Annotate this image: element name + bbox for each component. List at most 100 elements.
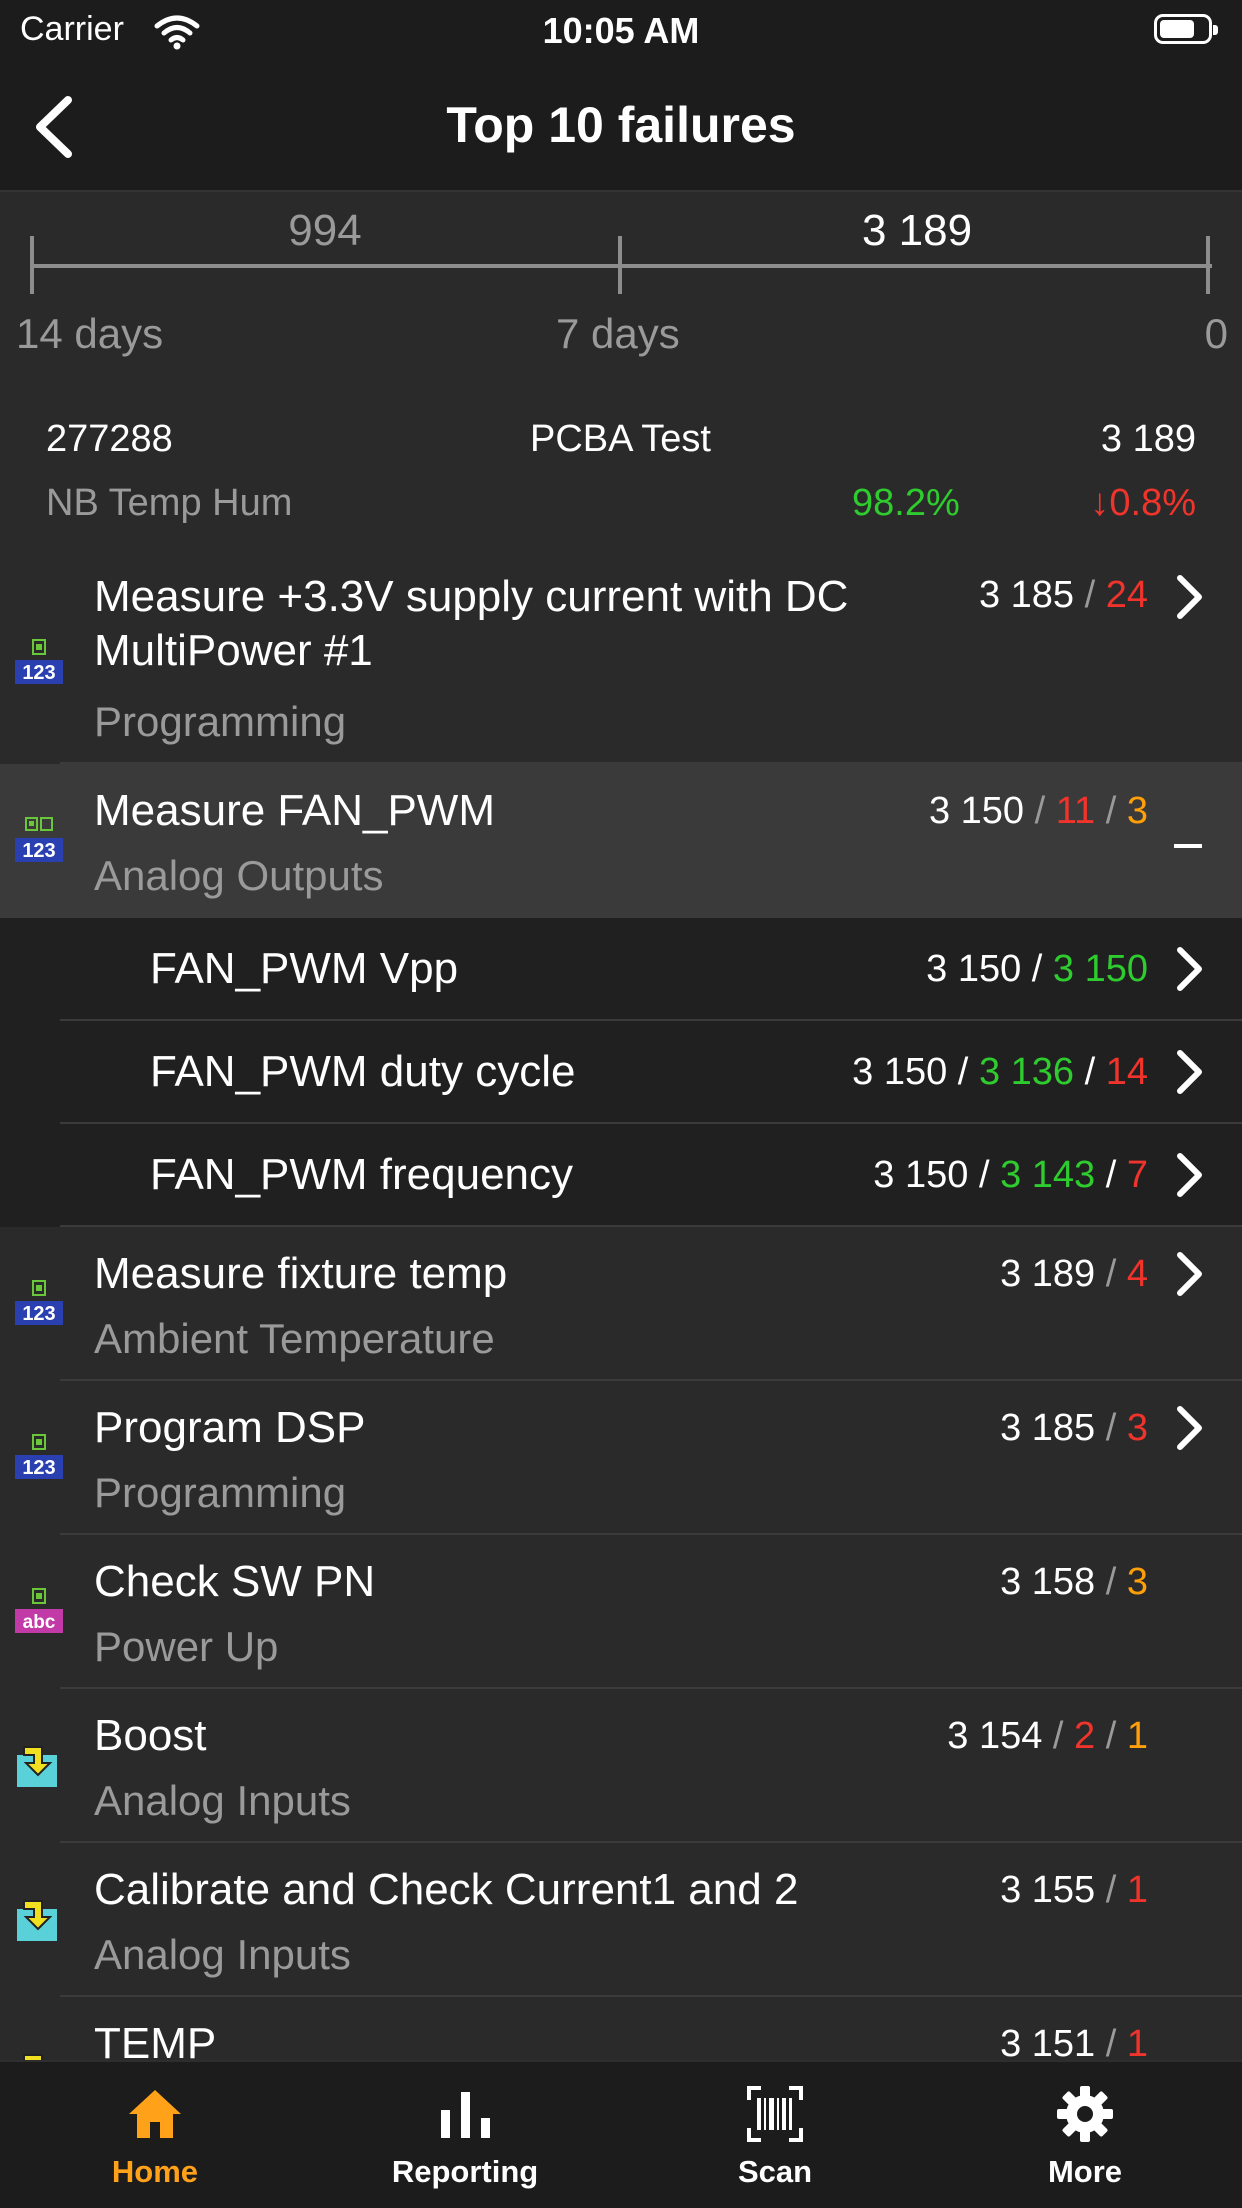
- summary-total: 3 189: [1100, 418, 1196, 460]
- stat-total: 3 151: [1000, 2023, 1096, 2060]
- stat-fail: 24: [1105, 574, 1148, 616]
- list-item-expanded[interactable]: 123 Measure FAN_PWM Analog Outputs 3 150…: [0, 764, 1242, 918]
- stat-total: 3 189: [1000, 1253, 1096, 1295]
- tab-bar: Home Reporting Scan More: [0, 2060, 1242, 2208]
- action-step-icon: [17, 1746, 57, 1787]
- stat-total: 3 150: [873, 1154, 969, 1196]
- row-title: FAN_PWM duty cycle: [150, 1047, 576, 1096]
- summary-change: ↓0.8%: [1090, 482, 1196, 524]
- list-item[interactable]: 123 Program DSP Programming 3 185 / 3: [0, 1381, 1242, 1535]
- status-bar: Carrier 10:05 AM: [0, 0, 1242, 62]
- numeric-test-icon: 123: [15, 1434, 63, 1479]
- chevron-right-icon[interactable]: [1174, 946, 1204, 992]
- row-stats: 3 158 / 3: [1000, 1561, 1148, 1603]
- battery-icon: [1154, 14, 1218, 44]
- tab-label: More: [1047, 2154, 1123, 2189]
- timeline-count-earlier[interactable]: 994: [175, 206, 475, 256]
- stat-warn: 3: [1126, 1561, 1148, 1603]
- timeline-tick-mid: [618, 236, 622, 294]
- tab-reporting[interactable]: Reporting: [310, 2062, 620, 2208]
- stat-fail: 14: [1105, 1051, 1148, 1093]
- svg-text:abc: abc: [23, 1612, 56, 1633]
- stat-fail: 1: [1126, 2023, 1148, 2060]
- row-stats: 3 189 / 4: [1000, 1253, 1148, 1295]
- row-title: Measure +3.3V supply current with DC Mul…: [94, 572, 849, 675]
- timeline-axis: [32, 264, 1212, 268]
- gear-icon: [1057, 2086, 1113, 2142]
- row-stats: 3 150 / 3 143 / 7: [873, 1154, 1148, 1196]
- home-icon: [129, 2090, 181, 2138]
- stat-fail: 2: [1074, 1715, 1096, 1757]
- stat-fail: 1: [1126, 1869, 1148, 1911]
- list-subitem[interactable]: FAN_PWM duty cycle 3 150 / 3 136 / 14: [0, 1021, 1242, 1124]
- timeline-tick-end: [1206, 236, 1210, 294]
- svg-text:123: 123: [22, 1457, 55, 1479]
- chevron-right-icon[interactable]: [1174, 1251, 1204, 1297]
- tab-label: Scan: [737, 2154, 813, 2189]
- row-subtitle: Programming: [94, 1469, 347, 1516]
- stat-warn: 3: [1126, 790, 1148, 832]
- svg-text:123: 123: [22, 1303, 55, 1325]
- tab-more[interactable]: More: [930, 2062, 1240, 2208]
- summary-id: 277288: [46, 418, 173, 460]
- multi-numeric-test-icon: 123: [15, 817, 63, 862]
- list-item[interactable]: 123 Measure +3.3V supply current with DC…: [0, 542, 1242, 764]
- row-subtitle: Power Up: [94, 1623, 279, 1670]
- stat-total: 3 150: [852, 1051, 948, 1093]
- barcode-scan-icon: [747, 2086, 803, 2142]
- list-item[interactable]: abc Check SW PN Power Up 3 158 / 3: [0, 1535, 1242, 1689]
- page-title: Top 10 failures: [446, 97, 796, 153]
- timeline-label-mid: 7 days: [556, 310, 680, 357]
- row-title: TEMP: [94, 2019, 217, 2060]
- row-subtitle: Programming: [94, 698, 347, 745]
- action-step-icon: [23, 2054, 43, 2060]
- stat-total: 3 150: [926, 948, 1022, 990]
- clock: 10:05 AM: [542, 10, 700, 51]
- row-stats: 3 155 / 1: [1000, 1869, 1148, 1911]
- stat-total: 3 158: [1000, 1561, 1096, 1603]
- timeline-label-end: 0: [1204, 310, 1228, 357]
- timeline-tick-start: [30, 236, 34, 294]
- row-title: Program DSP: [94, 1403, 366, 1452]
- tab-home[interactable]: Home: [0, 2062, 310, 2208]
- row-title: Measure fixture temp: [94, 1249, 508, 1298]
- row-subtitle: Ambient Temperature: [94, 1315, 495, 1362]
- action-step-icon: [17, 1900, 57, 1941]
- row-stats: 3 185 / 24: [978, 574, 1148, 616]
- row-subtitle: Analog Inputs: [94, 1777, 351, 1824]
- list-subitem[interactable]: FAN_PWM Vpp 3 150 / 3 150: [0, 918, 1242, 1021]
- stat-pass: 3 150: [1052, 948, 1148, 990]
- stat-total: 3 154: [947, 1715, 1043, 1757]
- list-item[interactable]: 123 Measure fixture temp Ambient Tempera…: [0, 1227, 1242, 1381]
- row-stats: 3 151 / 1: [1000, 2023, 1148, 2060]
- failure-list[interactable]: 123 Measure +3.3V supply current with DC…: [0, 542, 1242, 2060]
- list-subitem[interactable]: FAN_PWM frequency 3 150 / 3 143 / 7: [0, 1124, 1242, 1227]
- summary-station: PCBA Test: [530, 418, 711, 460]
- row-title: Check SW PN: [94, 1557, 376, 1606]
- svg-text:123: 123: [22, 840, 55, 862]
- stat-total: 3 150: [928, 790, 1025, 832]
- summary-yield: 98.2%: [852, 482, 960, 524]
- row-stats: 3 150 / 3 150: [926, 948, 1148, 990]
- row-title: Measure FAN_PWM: [94, 786, 495, 835]
- row-subtitle: Analog Outputs: [94, 852, 384, 899]
- list-item[interactable]: Calibrate and Check Current1 and 2 Analo…: [0, 1843, 1242, 1997]
- chevron-right-icon[interactable]: [1174, 1405, 1204, 1451]
- chevron-right-icon[interactable]: [1174, 574, 1204, 620]
- stat-pass: 3 136: [978, 1051, 1075, 1093]
- summary-product: NB Temp Hum: [46, 482, 293, 524]
- timeline-count-recent[interactable]: 3 189: [767, 206, 1067, 256]
- tab-scan[interactable]: Scan: [620, 2062, 930, 2208]
- tab-label: Home: [111, 2154, 199, 2189]
- list-item[interactable]: Boost Analog Inputs 3 154 / 2 / 1: [0, 1689, 1242, 1843]
- numeric-test-icon: 123: [15, 639, 63, 684]
- collapse-minus-icon[interactable]: [1174, 844, 1202, 848]
- chevron-right-icon[interactable]: [1174, 1049, 1204, 1095]
- stat-total: 3 185: [1000, 1407, 1096, 1449]
- chevron-right-icon[interactable]: [1174, 1152, 1204, 1198]
- list-item[interactable]: TEMP 3 151 / 1: [0, 1997, 1242, 2060]
- row-title: Boost: [94, 1711, 207, 1760]
- timeline-range[interactable]: 994 3 189 14 days 7 days 0: [0, 192, 1242, 392]
- row-stats: 3 185 / 3: [1000, 1407, 1148, 1449]
- summary-panel: 277288 PCBA Test 3 189 NB Temp Hum 98.2%…: [0, 392, 1242, 542]
